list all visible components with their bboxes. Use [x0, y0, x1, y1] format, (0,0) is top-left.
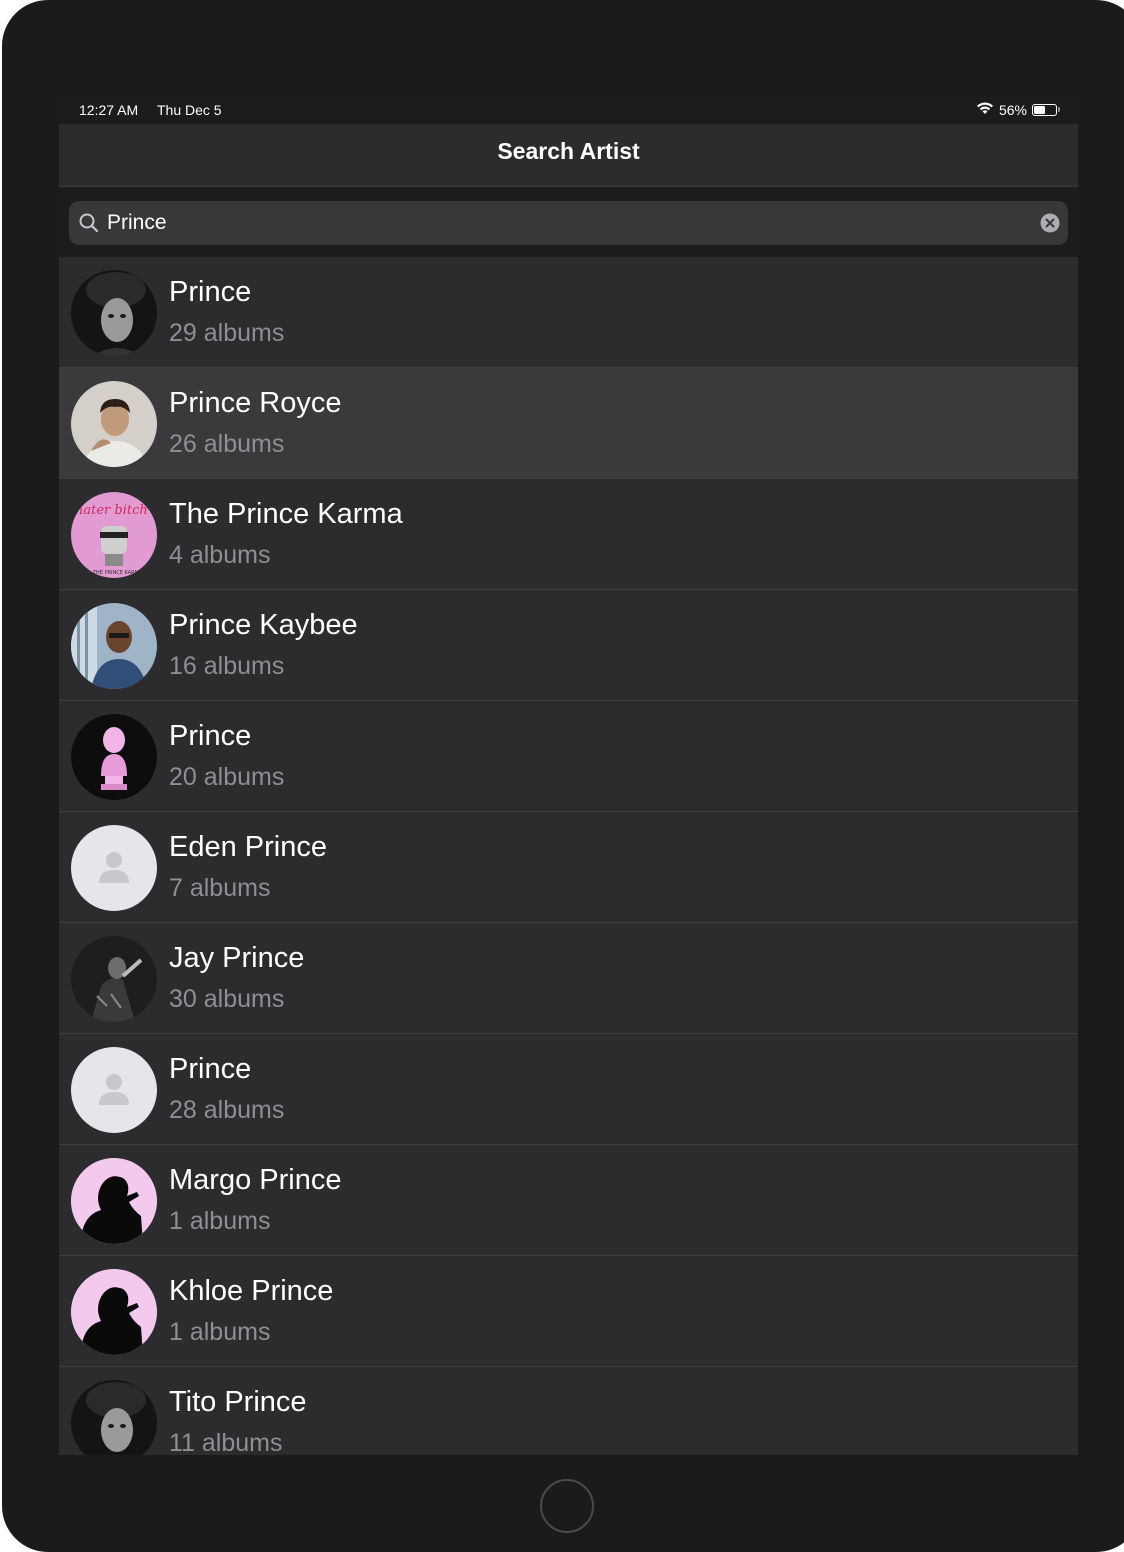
search-bar[interactable] [69, 201, 1068, 245]
status-date: Thu Dec 5 [157, 102, 222, 118]
artist-name: Prince [169, 1053, 252, 1085]
navigation-bar: Search Artist [59, 124, 1078, 187]
artist-name: Margo Prince [169, 1164, 342, 1196]
wifi-icon [976, 101, 994, 118]
artist-name: Eden Prince [169, 831, 327, 863]
status-time: 12:27 AM [79, 102, 139, 118]
search-input[interactable] [107, 208, 1027, 238]
artist-row[interactable]: Margo Prince 1 albums [59, 1145, 1078, 1256]
artist-avatar [71, 936, 157, 1022]
artist-name: Prince [169, 720, 252, 752]
battery-percent: 56% [998, 101, 1027, 118]
artist-name: Jay Prince [169, 942, 305, 974]
artist-row[interactable]: Prince Royce 26 albums [59, 368, 1078, 479]
artist-album-count: 20 albums [169, 763, 285, 791]
artist-album-count: 26 albums [169, 430, 285, 458]
artist-album-count: 30 albums [169, 985, 285, 1013]
artist-avatar [71, 603, 157, 689]
battery-icon [1032, 103, 1057, 116]
artist-row[interactable]: Prince 29 albums [59, 257, 1078, 368]
status-right: 56% [976, 101, 1060, 118]
artist-row[interactable]: Prince 20 albums [59, 701, 1078, 812]
artist-album-count: 4 albums [169, 541, 271, 569]
artist-list: Prince 29 albums Prince Royce 26 albums hate… [59, 257, 1078, 1455]
artist-name: Tito Prince [169, 1386, 307, 1418]
artist-album-count: 7 albums [169, 874, 271, 902]
artist-avatar [71, 1158, 157, 1244]
artist-row[interactable]: Jay Prince 30 albums [59, 923, 1078, 1034]
artist-avatar [71, 714, 157, 800]
artist-album-count: 16 albums [169, 652, 285, 680]
artist-row[interactable]: hater bitch THE PRINCE KARMA The Prince Ka… [59, 479, 1078, 590]
artist-album-count: 28 albums [169, 1096, 285, 1124]
artist-row[interactable]: Tito Prince 11 albums [59, 1367, 1078, 1455]
svg-text:hater bitch: hater bitch [75, 503, 148, 518]
battery-level [1034, 105, 1045, 114]
artist-avatar [71, 1269, 157, 1355]
artist-name: Khloe Prince [169, 1275, 334, 1307]
artist-album-count: 1 albums [169, 1318, 271, 1346]
screen: 12:27 AM Thu Dec 5 56% Search Artist Pri… [59, 96, 1078, 1455]
artist-name: Prince Kaybee [169, 609, 358, 641]
artist-row[interactable]: Khloe Prince 1 albums [59, 1256, 1078, 1367]
status-bar: 12:27 AM Thu Dec 5 56% [59, 96, 1078, 124]
home-button[interactable] [540, 1479, 594, 1533]
artist-avatar: hater bitch THE PRINCE KARMA [71, 492, 157, 578]
clear-icon [1040, 213, 1060, 233]
artist-avatar [71, 825, 157, 911]
artist-album-count: 11 albums [169, 1429, 283, 1455]
page-title: Search Artist [497, 138, 640, 164]
svg-text:THE PRINCE KARMA: THE PRINCE KARMA [92, 570, 143, 576]
artist-album-count: 1 albums [169, 1207, 271, 1235]
artist-album-count: 29 albums [169, 319, 285, 347]
artist-avatar [71, 381, 157, 467]
battery-nub [1058, 107, 1060, 112]
search-bar-container [59, 187, 1078, 255]
search-icon [79, 213, 99, 238]
clear-search-button[interactable] [1040, 213, 1060, 233]
artist-avatar [71, 1047, 157, 1133]
artist-row[interactable]: Prince 28 albums [59, 1034, 1078, 1145]
artist-avatar [71, 1380, 157, 1455]
artist-name: Prince Royce [169, 387, 342, 419]
artist-avatar [71, 270, 157, 356]
artist-name: The Prince Karma [169, 498, 403, 530]
artist-name: Prince [169, 276, 252, 308]
artist-row[interactable]: Eden Prince 7 albums [59, 812, 1078, 923]
artist-row[interactable]: Prince Kaybee 16 albums [59, 590, 1078, 701]
